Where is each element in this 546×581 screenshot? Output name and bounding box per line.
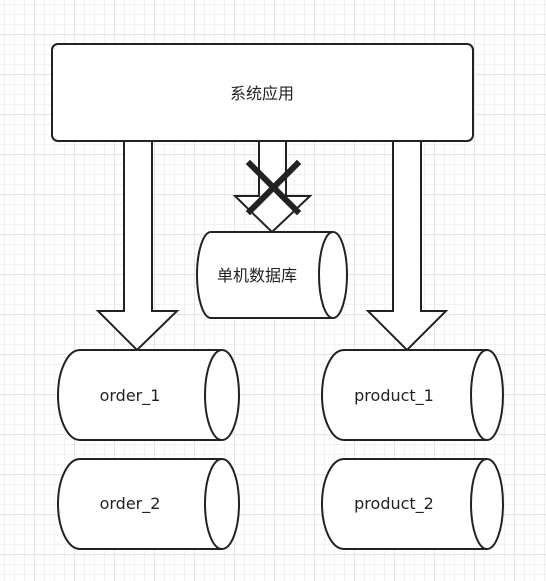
product-2-label: product_2 bbox=[354, 494, 434, 514]
order-1-cylinder: order_1 bbox=[57, 349, 240, 441]
order-2-label: order_2 bbox=[100, 494, 161, 514]
product-1-label: product_1 bbox=[354, 386, 434, 406]
order-1-label: order_1 bbox=[100, 386, 161, 406]
product-1-cylinder: product_1 bbox=[321, 349, 504, 441]
order-2-cylinder: order_2 bbox=[57, 458, 240, 550]
product-2-cylinder: product_2 bbox=[321, 458, 504, 550]
app-box: 系统应用 bbox=[51, 43, 474, 142]
arrow-to-standalone-db bbox=[232, 140, 313, 234]
standalone-db-cylinder: 单机数据库 bbox=[196, 231, 348, 319]
standalone-db-label: 单机数据库 bbox=[217, 266, 297, 285]
architecture-diagram: 系统应用 单机数据库 order_1 order_2 product_1 pro… bbox=[51, 43, 504, 550]
arrow-to-order bbox=[95, 140, 180, 352]
arrow-to-product bbox=[365, 140, 449, 352]
app-box-label: 系统应用 bbox=[230, 84, 294, 103]
